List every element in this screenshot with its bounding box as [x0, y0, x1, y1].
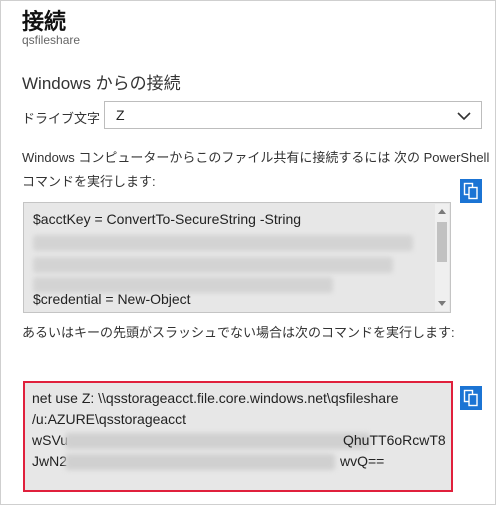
section-heading: Windows からの接続 [22, 74, 181, 93]
copy-icon [463, 182, 478, 200]
net-use-line-4-start: JwN2 [32, 453, 68, 469]
page-title: 接続 [22, 9, 67, 34]
scrollbar-thumb[interactable] [437, 222, 447, 262]
net-use-line-4-end: wvQ== [340, 453, 385, 469]
net-use-line-2: /u:AZURE\qsstorageacct [32, 411, 187, 427]
redacted-key-line [33, 257, 393, 273]
scroll-down-arrow-icon[interactable] [438, 301, 446, 306]
powershell-code-box[interactable]: $acctKey = ConvertTo-SecureString -Strin… [23, 202, 451, 313]
redacted-key-segment [65, 454, 335, 470]
redacted-key-line [33, 235, 413, 251]
redacted-key-segment [65, 433, 370, 449]
powershell-line-credential: $credential = New-Object [33, 291, 191, 307]
copy-powershell-button[interactable] [460, 179, 482, 203]
net-use-line-3-end: QhuTT6oRcwT8 [343, 432, 446, 448]
powershell-line-1: $acctKey = ConvertTo-SecureString -Strin… [33, 211, 302, 227]
copy-icon [463, 389, 478, 407]
page-subtitle: qsfileshare [22, 33, 81, 47]
drive-letter-select[interactable]: Z [104, 101, 482, 129]
powershell-description: Windows コンピューターからこのファイル共有に接続するには 次の Powe… [22, 150, 490, 189]
net-use-line-1: net use Z: \\qsstorageacct.file.core.win… [32, 390, 399, 406]
drive-letter-value: Z [116, 107, 125, 123]
copy-net-use-button[interactable] [460, 386, 482, 410]
net-use-line-3-start: wSVu [32, 432, 69, 448]
alternative-description: あるいはキーの先頭がスラッシュでない場合は次のコマンドを実行します: [22, 325, 455, 340]
chevron-down-icon [457, 112, 471, 121]
net-use-command-box[interactable]: net use Z: \\qsstorageacct.file.core.win… [23, 381, 453, 492]
scroll-up-arrow-icon[interactable] [438, 209, 446, 214]
drive-letter-label: ドライブ文字 [22, 111, 101, 126]
code-scrollbar[interactable] [435, 204, 449, 311]
